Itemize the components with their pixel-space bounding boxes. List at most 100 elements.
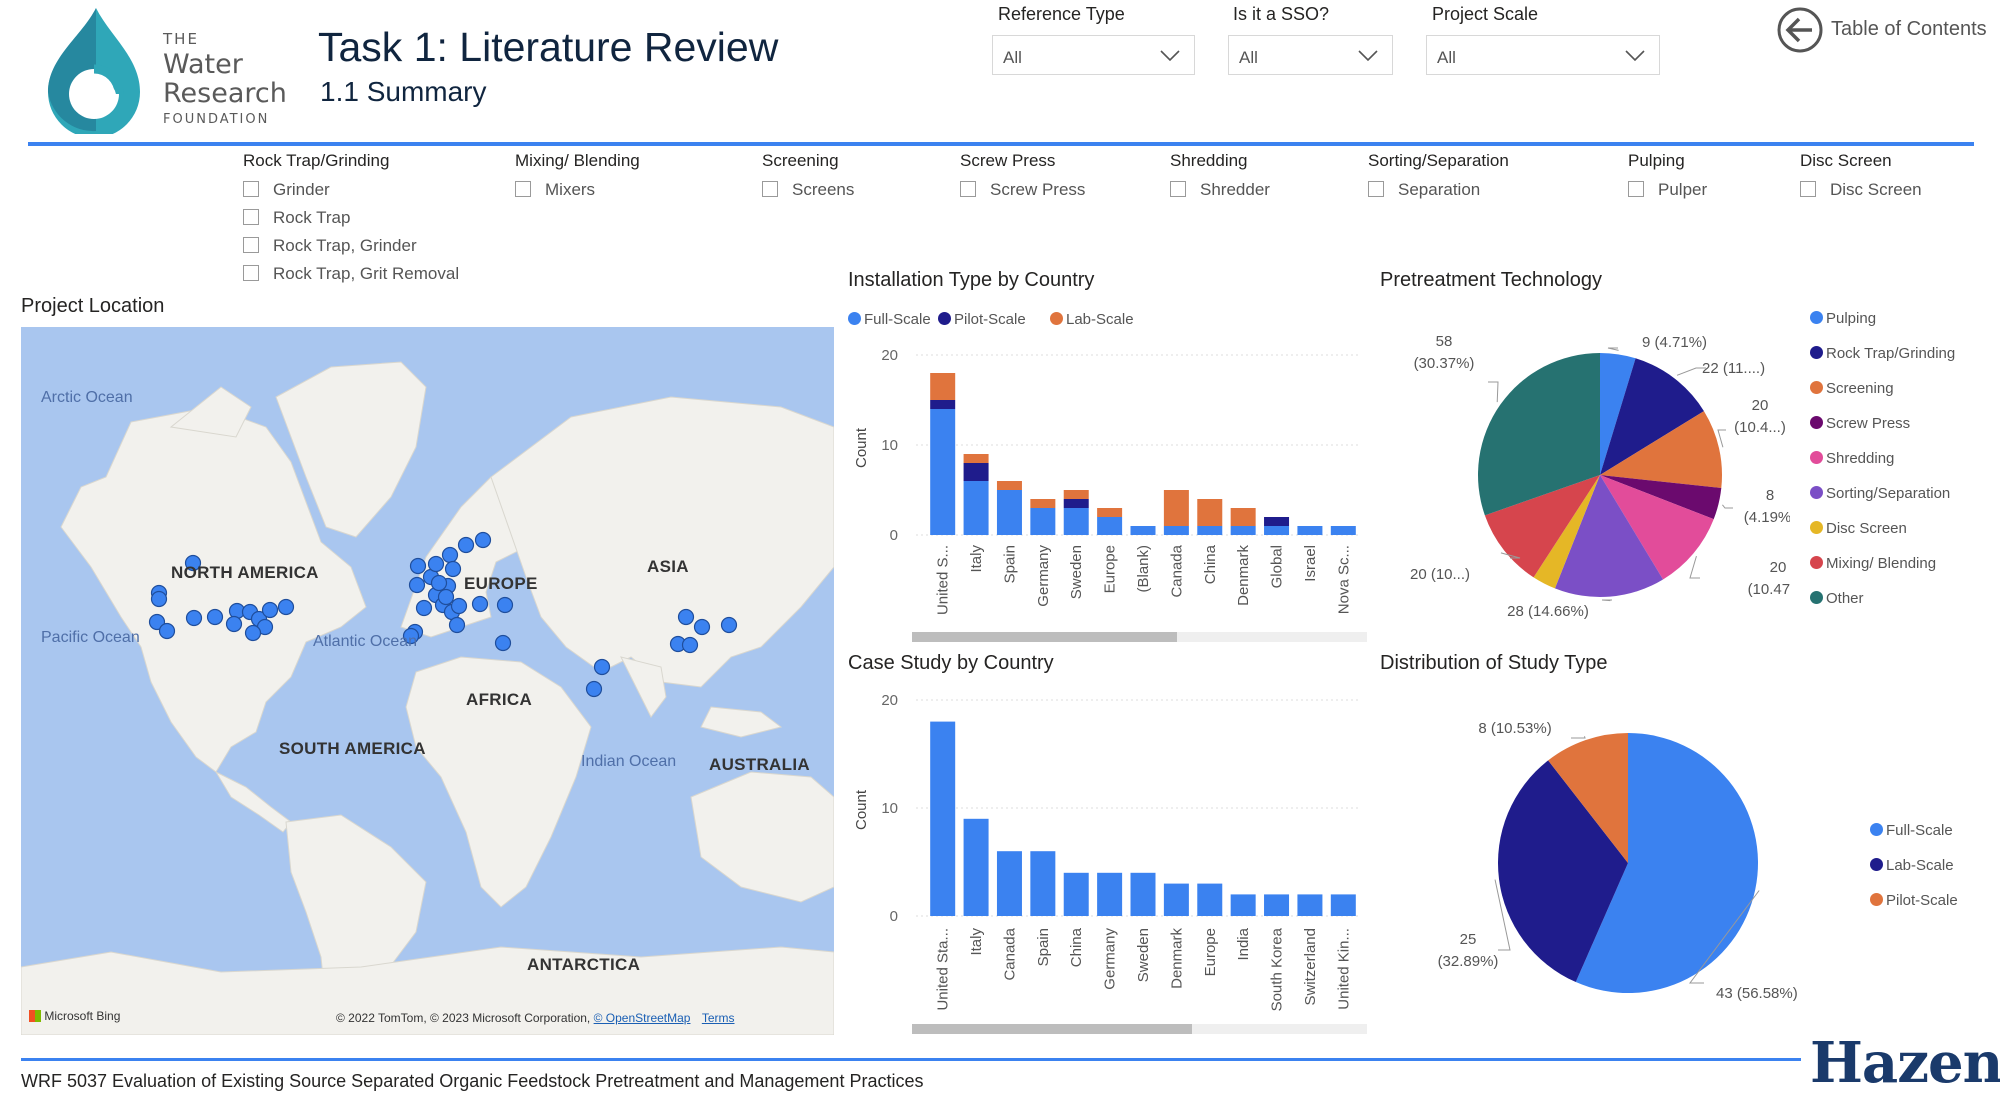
terms-link[interactable]: Terms [702,1011,735,1025]
bar[interactable] [930,721,956,916]
bar-segment[interactable] [1097,508,1123,517]
bar[interactable] [996,851,1022,916]
bar-segment[interactable] [996,481,1022,490]
bar-segment[interactable] [1163,490,1189,526]
legend-item[interactable]: Shredding [1810,450,1894,467]
bar-segment[interactable] [1330,526,1356,535]
bar[interactable] [1030,851,1056,916]
bar-segment[interactable] [930,373,956,400]
map-marker[interactable] [496,596,514,614]
bar-segment[interactable] [996,490,1022,535]
bar[interactable] [963,818,989,916]
bar[interactable] [1063,872,1089,916]
checkbox-icon[interactable] [243,209,259,225]
checkbox-icon[interactable] [1628,181,1644,197]
bar[interactable] [1130,872,1156,916]
bar-segment[interactable] [1163,526,1189,535]
bar[interactable] [1297,894,1323,916]
map-marker[interactable] [150,590,168,608]
map-marker[interactable] [681,636,699,654]
map-marker[interactable] [720,616,738,634]
pretreatment-pie-chart[interactable]: 9 (4.71%) 22 (11....) 20 (10.4...) 8 (4.19%) 2… [1380,300,1790,640]
checkbox-icon[interactable] [1800,181,1816,197]
legend-item[interactable]: Full-Scale [1870,822,1953,839]
bar[interactable] [1197,883,1223,916]
bar[interactable] [1097,872,1123,916]
bar-segment[interactable] [1063,499,1089,508]
map-marker[interactable] [441,546,459,564]
bar-segment[interactable] [963,454,989,463]
map-marker[interactable] [409,557,427,575]
map-marker[interactable] [244,624,262,642]
bar-segment[interactable] [1063,508,1089,535]
legend-item[interactable]: Screw Press [1810,415,1910,432]
checkbox-icon[interactable] [1170,181,1186,197]
bar-segment[interactable] [1197,526,1223,535]
sso-dropdown[interactable]: All [1228,35,1393,75]
checkbox-icon[interactable] [762,181,778,197]
bar[interactable] [1264,894,1290,916]
slicer-checkbox-item[interactable]: Shredder [1170,180,1270,202]
checkbox-icon[interactable] [960,181,976,197]
bar-segment[interactable] [1030,508,1056,535]
map-marker[interactable] [593,658,611,676]
slicer-checkbox-item[interactable]: Rock Trap, Grit Removal [243,264,459,286]
slicer-checkbox-item[interactable]: Grinder [243,180,330,202]
study-type-pie-chart[interactable]: 43 (56.58%) 25 (32.89%) 8 (10.53%) [1380,690,1800,1030]
map-marker[interactable] [444,560,462,578]
map-marker[interactable] [448,616,466,634]
bar[interactable] [1330,894,1356,916]
slicer-checkbox-item[interactable]: Screw Press [960,180,1085,202]
bar-segment[interactable] [963,481,989,535]
map-marker[interactable] [158,622,176,640]
legend-item[interactable]: Lab-Scale [1050,311,1134,328]
map-marker[interactable] [471,595,489,613]
openstreetmap-link[interactable]: © OpenStreetMap [594,1011,691,1025]
bar-segment[interactable] [1197,499,1223,526]
legend-item[interactable]: Disc Screen [1810,520,1907,537]
bar-segment[interactable] [1264,517,1290,526]
map-marker[interactable] [450,597,468,615]
legend-item[interactable]: Mixing/ Blending [1810,555,1936,572]
bar[interactable] [1230,894,1256,916]
map-marker[interactable] [437,588,455,606]
slicer-checkbox-item[interactable]: Rock Trap, Grinder [243,236,417,258]
map-marker[interactable] [693,618,711,636]
reference-type-dropdown[interactable]: All [992,35,1195,75]
map-marker[interactable] [261,601,279,619]
legend-item[interactable]: Lab-Scale [1870,857,1954,874]
map-marker[interactable] [277,598,295,616]
bar-segment[interactable] [1097,517,1123,535]
legend-item[interactable]: Other [1810,590,1864,607]
legend-item[interactable]: Screening [1810,380,1894,397]
bar-segment[interactable] [1264,526,1290,535]
map-marker[interactable] [415,599,433,617]
legend-item[interactable]: Pilot-Scale [938,311,1026,328]
map-marker[interactable] [677,608,695,626]
slicer-checkbox-item[interactable]: Pulper [1628,180,1707,202]
bar[interactable] [1163,883,1189,916]
map-marker[interactable] [585,680,603,698]
case-study-chart[interactable]: 0 10 20 Count United Sta... Italy Canada Spain C… [840,680,1370,1040]
legend-item[interactable]: Full-Scale [848,311,931,328]
map-marker[interactable] [408,576,426,594]
slicer-checkbox-item[interactable]: Screens [762,180,854,202]
bar-segment[interactable] [1130,526,1156,535]
scrollbar-thumb[interactable] [912,1024,1192,1034]
slicer-checkbox-item[interactable]: Mixers [515,180,595,202]
bar-segment[interactable] [930,409,956,535]
legend-item[interactable]: Rock Trap/Grinding [1810,345,1955,362]
map-marker[interactable] [430,574,448,592]
project-location-map[interactable]: Arctic Ocean Pacific Ocean Atlantic Ocea… [21,327,834,1035]
bar-segment[interactable] [1030,499,1056,508]
scrollbar-thumb[interactable] [912,632,1177,642]
map-marker[interactable] [474,531,492,549]
bar-segment[interactable] [1063,490,1089,499]
legend-item[interactable]: Sorting/Separation [1810,485,1950,502]
checkbox-icon[interactable] [515,181,531,197]
legend-item[interactable]: Pulping [1810,310,1876,327]
slicer-checkbox-item[interactable]: Separation [1368,180,1480,202]
slicer-checkbox-item[interactable]: Disc Screen [1800,180,1922,202]
checkbox-icon[interactable] [243,181,259,197]
checkbox-icon[interactable] [243,265,259,281]
